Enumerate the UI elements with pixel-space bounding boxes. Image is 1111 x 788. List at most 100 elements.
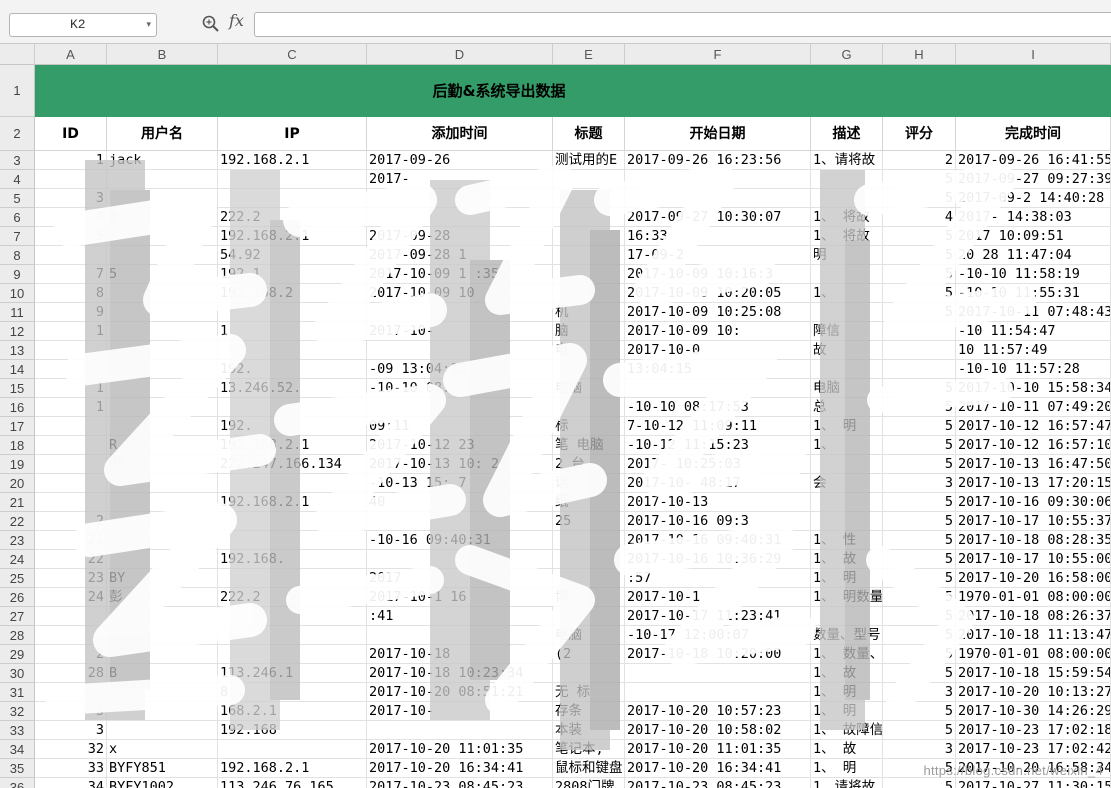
cell-done[interactable]: 2017-10-20 10:13:27 (956, 683, 1111, 702)
cell-desc[interactable]: 1、 将故 (811, 208, 883, 227)
row-header[interactable]: 30 (0, 664, 35, 683)
cell-ip[interactable]: 222.2 (218, 208, 367, 227)
cell-id[interactable]: 21 (35, 531, 107, 550)
cell-desc[interactable]: 1、 明 (811, 417, 883, 436)
cell-id[interactable] (35, 170, 107, 189)
cell-ip[interactable] (218, 626, 367, 645)
row-header[interactable]: 20 (0, 474, 35, 493)
cell-id[interactable]: 9 (35, 303, 107, 322)
cell-ip[interactable]: 192. (218, 417, 367, 436)
cell-done[interactable]: 2017-10-18 08:28:35 (956, 531, 1111, 550)
cell-added[interactable]: :41 (367, 607, 553, 626)
cell-added[interactable]: 2017-10- (367, 322, 553, 341)
cell-done[interactable]: 2017-10-18 08:26:37 (956, 607, 1111, 626)
cell-desc[interactable] (811, 265, 883, 284)
cell-start[interactable]: 2017-10-09 10:25:08 (625, 303, 811, 322)
cell-ip[interactable] (218, 189, 367, 208)
cell-id[interactable] (35, 436, 107, 455)
header-ip[interactable]: IP (218, 117, 367, 151)
cell-user[interactable] (107, 398, 218, 417)
cell-desc[interactable] (811, 493, 883, 512)
row-header[interactable]: 19 (0, 455, 35, 474)
cell-user[interactable]: B (107, 664, 218, 683)
cell-done[interactable]: 2017-09-26 16:41:55 (956, 151, 1111, 170)
header-username[interactable]: 用户名 (107, 117, 218, 151)
cell-done[interactable]: 2017-10-27 11:30:15 (956, 778, 1111, 788)
cell-ip[interactable]: 113.246.1 (218, 664, 367, 683)
cell-desc[interactable] (811, 303, 883, 322)
cell-id[interactable]: 33 (35, 759, 107, 778)
cell-id[interactable] (35, 683, 107, 702)
cell-ip[interactable]: 222.247.166.134 (218, 455, 367, 474)
cell-start[interactable]: 2017-10-0 (625, 341, 811, 360)
cell-id[interactable]: 32 (35, 740, 107, 759)
cell-ip[interactable] (218, 607, 367, 626)
zoom-icon[interactable] (201, 14, 221, 34)
cell-user[interactable]: R (107, 436, 218, 455)
cell-done[interactable]: 1970-01-01 08:00:00 (956, 645, 1111, 664)
cell-done[interactable]: 2017-09-2 14:40:28 (956, 189, 1111, 208)
cell-title[interactable] (553, 550, 625, 569)
cell-done[interactable]: -10 11:54:47 (956, 322, 1111, 341)
cell-done[interactable]: -10-10 11:55:31 (956, 284, 1111, 303)
row-header[interactable]: 25 (0, 569, 35, 588)
cell-id[interactable] (35, 246, 107, 265)
cell-id[interactable]: 7 (35, 265, 107, 284)
fx-icon[interactable]: fx (229, 11, 244, 30)
cell-id[interactable]: 1 (35, 379, 107, 398)
row-header[interactable]: 23 (0, 531, 35, 550)
cell-user[interactable] (107, 550, 218, 569)
cell-score[interactable]: 5 (883, 379, 956, 398)
cell-id[interactable]: 4 (35, 208, 107, 227)
cell-title[interactable]: 无 标 (553, 683, 625, 702)
cell-ip[interactable] (218, 474, 367, 493)
row-header[interactable]: 26 (0, 588, 35, 607)
cell-score[interactable]: 5 (883, 398, 956, 417)
column-header-a[interactable]: A (35, 44, 107, 65)
cell-score[interactable]: 2 (883, 151, 956, 170)
cell-ip[interactable]: 192. (218, 360, 367, 379)
cell-title[interactable]: 测试用的E (553, 151, 625, 170)
cell-start[interactable] (625, 170, 811, 189)
cell-title[interactable] (553, 360, 625, 379)
cell-score[interactable]: 5 (883, 550, 956, 569)
cell-user[interactable] (107, 702, 218, 721)
cell-score[interactable]: 3 (883, 740, 956, 759)
cell-start[interactable]: 2017-10-20 16:34:41 (625, 759, 811, 778)
row-header[interactable]: 29 (0, 645, 35, 664)
cell-user[interactable]: 彭 (107, 588, 218, 607)
cell-score[interactable]: 5 (883, 455, 956, 474)
cell-desc[interactable]: 1、 明数量、型号 (811, 588, 883, 607)
row-header[interactable]: 6 (0, 208, 35, 227)
cell-ip[interactable]: 192.168.2.1 (218, 151, 367, 170)
cell-user[interactable] (107, 474, 218, 493)
cell-start[interactable]: 17-09-2 (625, 246, 811, 265)
cell-start[interactable]: 2017-10-20 10:57:23 (625, 702, 811, 721)
cell-start[interactable]: 2017-09-26 16:23:56 (625, 151, 811, 170)
column-header-b[interactable]: B (107, 44, 218, 65)
cell-added[interactable]: 2017-09-28 (367, 227, 553, 246)
cell-desc[interactable]: 明 (811, 246, 883, 265)
cell-added[interactable]: 2017-10-20 11:01:35 (367, 740, 553, 759)
cell-desc[interactable]: 1、 故 (811, 550, 883, 569)
cell-user[interactable] (107, 512, 218, 531)
cell-done[interactable]: 2017 10:09:51 (956, 227, 1111, 246)
cell-start[interactable]: -10-10 08:17:53 (625, 398, 811, 417)
cell-start[interactable]: 2017-10-16 09:3 (625, 512, 811, 531)
cell-id[interactable]: 5 (35, 227, 107, 246)
cell-start[interactable]: 2017-09-27 10:30:07 (625, 208, 811, 227)
cell-score[interactable]: 5 (883, 189, 956, 208)
cell-start[interactable]: :57 (625, 569, 811, 588)
cell-score[interactable]: 5 (883, 170, 956, 189)
column-header-h[interactable]: H (883, 44, 956, 65)
cell-ip[interactable] (218, 531, 367, 550)
cell-desc[interactable]: 1、 (811, 436, 883, 455)
column-header-d[interactable]: D (367, 44, 553, 65)
cell-ip[interactable]: 1 (218, 322, 367, 341)
cell-ip[interactable]: 192.168.2 (218, 284, 367, 303)
cell-title[interactable]: 本装 (553, 721, 625, 740)
cell-title[interactable] (553, 398, 625, 417)
cell-ip[interactable]: 8 (218, 683, 367, 702)
cell-score[interactable]: 5 (883, 227, 956, 246)
cell-added[interactable]: -10-13 15: 7 (367, 474, 553, 493)
